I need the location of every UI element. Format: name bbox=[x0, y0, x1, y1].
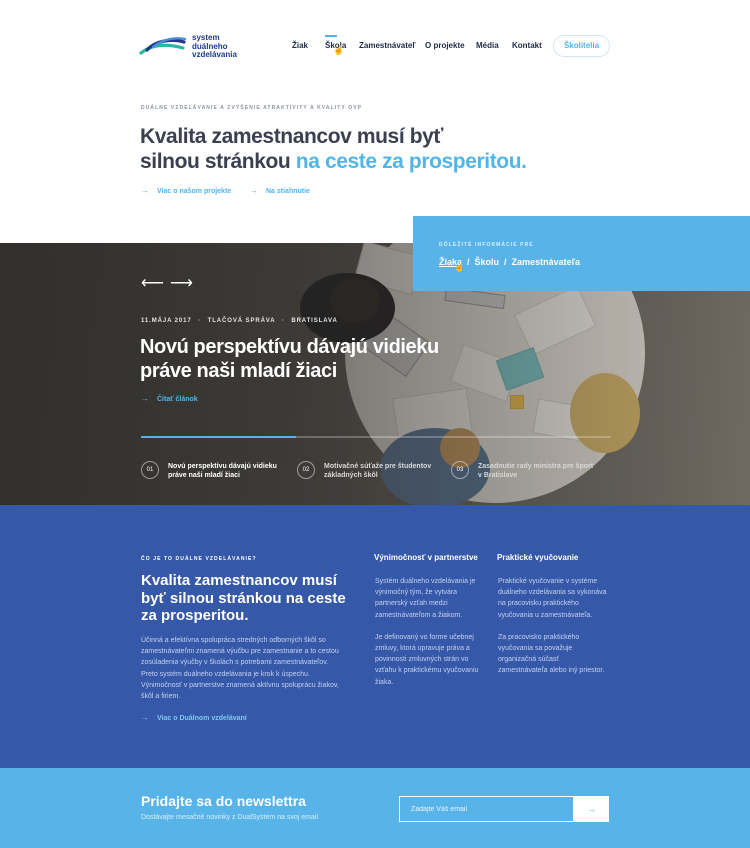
about-eyebrow: Čo je to duálne vzdelávanie? bbox=[141, 556, 257, 562]
info-eyebrow: Dôležité informácie pre bbox=[439, 242, 534, 248]
title-line-1: Kvalita zamestnancov musí byť bbox=[140, 125, 444, 148]
meta-dot: · bbox=[281, 318, 285, 324]
newsletter-subtitle: Dostávajte mesačné novinky z DualSystem … bbox=[141, 814, 319, 821]
column-body: Praktické vyučovanie v systéme duálneho … bbox=[498, 576, 610, 677]
arrow-right-icon: → bbox=[587, 804, 596, 814]
column-paragraph: Za pracovisko praktického vyučovania sa … bbox=[498, 633, 605, 675]
separator: / bbox=[467, 257, 470, 267]
page-title: Kvalita zamestnancov musí byť silnou str… bbox=[140, 124, 527, 174]
info-link-zamestnavatela[interactable]: Zamestnávateľa bbox=[512, 257, 581, 267]
column-heading: Praktické vyučovanie bbox=[497, 553, 579, 562]
slide-number: 01 bbox=[141, 461, 159, 479]
meta-dot: · bbox=[198, 318, 202, 324]
hero-category: Tlačová správa bbox=[207, 318, 276, 324]
slide-title: Novú perspektívu dávajú vidieku práve na… bbox=[168, 463, 277, 479]
link-label: Viac o našom projekte bbox=[157, 188, 232, 195]
about-body: Účinná a efektívna spolupráca stredných … bbox=[141, 637, 339, 701]
slide-title: Zasadnutie rady ministra pre šport v Bra… bbox=[478, 463, 594, 479]
arrow-left-icon[interactable]: ⟵ bbox=[141, 275, 170, 292]
column-paragraph: Praktické vyučovanie v systéme duálneho … bbox=[498, 578, 607, 619]
newsletter-email-input[interactable] bbox=[399, 796, 574, 822]
about-link[interactable]: → Viac o Duálnom vzdelávaní bbox=[141, 713, 247, 722]
slide-number: 03 bbox=[451, 461, 469, 479]
read-article-label: Čítať článok bbox=[157, 396, 198, 403]
title-line-2: silnou stránkou bbox=[140, 150, 291, 173]
hero-meta: 11.mája 2017 · Tlačová správa · Bratisla… bbox=[141, 318, 338, 324]
hero-location: Bratislava bbox=[291, 318, 338, 324]
slider-arrows[interactable]: ⟵⟶ bbox=[141, 273, 199, 293]
title-accent: na ceste za prosperitou. bbox=[295, 150, 527, 173]
arrow-right-icon: → bbox=[141, 713, 149, 722]
site-header: system duálneho vzdelávania Žiak Škola Z… bbox=[0, 0, 750, 90]
info-link-skolu[interactable]: Školu bbox=[475, 257, 500, 267]
read-article-link[interactable]: → Čítať článok bbox=[141, 394, 198, 403]
mouse-cursor-icon: ☝ bbox=[333, 45, 345, 55]
nav-item-o-projekte[interactable]: O projekte bbox=[425, 41, 465, 50]
link-na-stiahnutie[interactable]: → Na stiahnutie bbox=[250, 186, 310, 195]
newsletter-section: Pridajte sa do newslettra Dostávajte mes… bbox=[0, 768, 750, 848]
slider-progress-fill bbox=[141, 436, 297, 438]
column-paragraph: Je definovaný vo forme učebnej zmluvy, k… bbox=[375, 633, 479, 686]
separator: / bbox=[504, 257, 507, 267]
link-viac-o-projekte[interactable]: → Viac o našom projekte bbox=[141, 186, 231, 195]
logo-line-3: vzdelávania bbox=[192, 50, 237, 59]
skolitelia-button[interactable]: Školitelia bbox=[553, 35, 610, 57]
newsletter-title: Pridajte sa do newslettra bbox=[141, 793, 306, 809]
arrow-right-icon: → bbox=[141, 394, 149, 403]
about-link-label: Viac o Duálnom vzdelávaní bbox=[157, 715, 247, 722]
about-section: Čo je to duálne vzdelávanie? Kvalita zam… bbox=[0, 505, 750, 768]
column-paragraph: Systém duálneho vzdelávania je výnimočný… bbox=[375, 578, 476, 619]
hero-heading: Novú perspektívu dávajú vidieku práve na… bbox=[140, 336, 439, 382]
logo-waves-icon bbox=[139, 37, 187, 55]
arrow-right-icon: → bbox=[141, 186, 149, 195]
column-body: Systém duálneho vzdelávania je výnimočný… bbox=[375, 576, 487, 688]
slider-progress bbox=[141, 436, 611, 438]
about-title: Kvalita zamestnancov musí byť silnou str… bbox=[141, 572, 346, 624]
site-logo[interactable]: system duálneho vzdelávania bbox=[139, 33, 239, 62]
nav-item-kontakt[interactable]: Kontakt bbox=[512, 41, 542, 50]
nav-item-media[interactable]: Média bbox=[476, 41, 499, 50]
newsletter-submit-button[interactable]: → bbox=[574, 796, 609, 822]
intro-eyebrow: Duálne vzdelávanie a zvýšenie atraktivit… bbox=[141, 105, 363, 111]
arrow-right-icon: → bbox=[250, 186, 258, 195]
nav-item-ziak[interactable]: Žiak bbox=[292, 41, 308, 50]
logo-text: system duálneho vzdelávania bbox=[192, 33, 237, 60]
slide-number: 02 bbox=[297, 461, 315, 479]
link-label: Na stiahnutie bbox=[266, 188, 310, 195]
hero-date: 11.mája 2017 bbox=[141, 318, 192, 324]
arrow-right-icon[interactable]: ⟶ bbox=[170, 275, 199, 292]
column-heading: Výnimočnosť v partnerstve bbox=[374, 553, 478, 562]
nav-item-zamestnavatel[interactable]: Zamestnávateľ bbox=[359, 41, 415, 50]
mouse-cursor-icon: ☝ bbox=[454, 262, 466, 272]
slide-title: Motivačné súťaže pre študentov základnýc… bbox=[324, 463, 432, 479]
important-info-box: Dôležité informácie pre Žiaka / Školu / Zame… bbox=[413, 216, 750, 291]
